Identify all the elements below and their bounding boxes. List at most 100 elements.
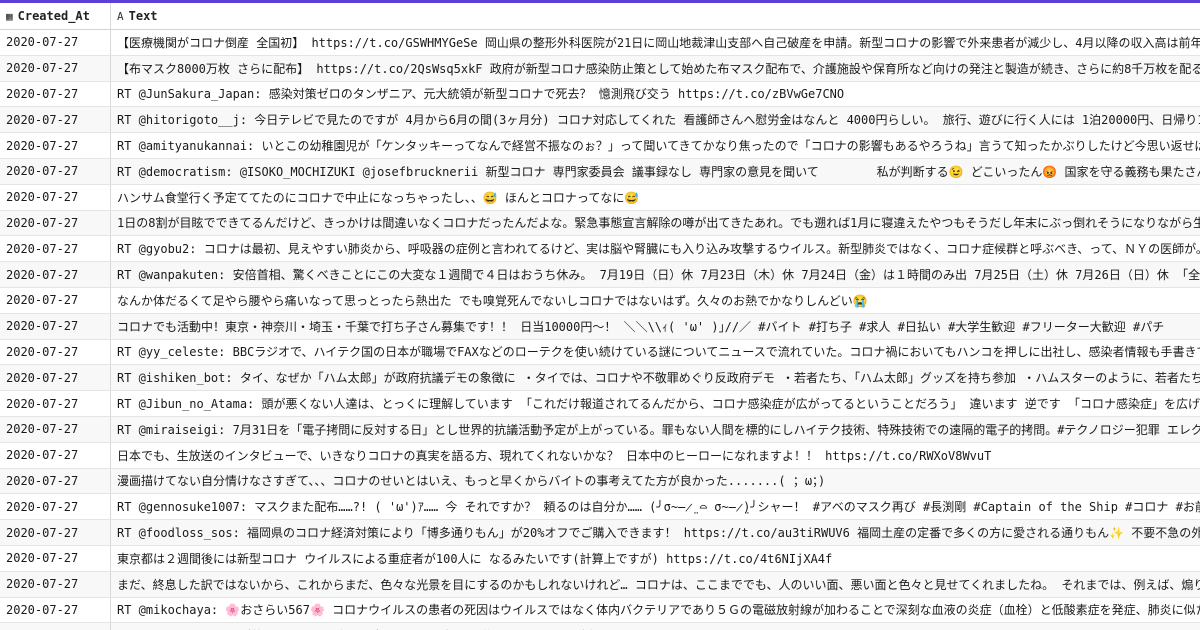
cell-created-at[interactable]: 2020-07-27	[0, 133, 111, 158]
cell-created-at[interactable]: 2020-07-27	[0, 545, 111, 571]
cell-value: RT @foodloss_sos: 福岡県のコロナ経済対策により「博多通りもん」…	[117, 526, 1200, 541]
column-header-label: Text	[128, 9, 158, 23]
table-row[interactable]: 2020-07-27 【布マスク8000万枚 さらに配布】 https://t.c…	[0, 55, 1200, 82]
table-row[interactable]: 2020-07-27 まだ、終息した訳ではないから、これからまだ、色々な光景を目に…	[0, 571, 1200, 598]
cell-text[interactable]: RT @ishiken_bot: タイ、なぜか「ハム太郎」が政府抗議デモの象徴に…	[111, 365, 1200, 390]
table-row[interactable]: 2020-07-27 RT @amityanukannai: いとこの幼稚園児が「…	[0, 133, 1200, 159]
cell-created-at[interactable]: 2020-07-27	[0, 520, 111, 545]
cell-text[interactable]: RT @democratism: @ISOKO_MOCHIZUKI @josef…	[111, 159, 1200, 184]
cell-created-at[interactable]: 2020-07-27	[0, 442, 111, 468]
cell-created-at[interactable]: 2020-07-27	[0, 107, 111, 133]
cell-text[interactable]: RT @gyobu2: コロナは最初、見えやすい肺炎から、呼吸器の症例と言われて…	[111, 236, 1200, 261]
cell-value: RT @ishiken_bot: タイ、なぜか「ハム太郎」が政府抗議デモの象徴に…	[117, 371, 1200, 386]
cell-created-at[interactable]: 2020-07-27	[0, 287, 111, 313]
cell-text[interactable]: RT @Jibun_no_Atama: 頭が悪くない人達は、とっくに理解していま…	[111, 391, 1200, 416]
table-row[interactable]: 2020-07-27 【医療機関がコロナ倒産 全国初】 https://t.co/…	[0, 30, 1200, 56]
cell-created-at[interactable]: 2020-07-27	[0, 597, 111, 623]
cell-created-at[interactable]: 2020-07-27	[0, 184, 111, 210]
cell-value: RT @wanpakuten: 安倍首相、驚くべきことにこの大変な１週間で４日は…	[117, 268, 1200, 283]
cell-value: RT @yy_celeste: BBCラジオで、ハイテク国の日本が職場でFAXな…	[117, 345, 1200, 360]
cell-value: RT @gyobu2: コロナは最初、見えやすい肺炎から、呼吸器の症例と言われて…	[117, 242, 1200, 257]
cell-created-at[interactable]: 2020-07-27	[0, 236, 111, 262]
cell-value: なんか体だるくて足やら腰やら痛いなって思っとったら熱出た でも嗅覚死んでないしコ…	[117, 293, 868, 308]
cell-created-at[interactable]: 2020-07-27	[0, 30, 111, 55]
cell-value: 2020-07-27	[6, 319, 79, 334]
cell-value: 2020-07-27	[6, 86, 79, 101]
cell-text[interactable]: RT @cooo55: コロナ対策もせずに、国会にも出ずに平凡な毎日を送りたいの…	[111, 623, 1200, 630]
cell-created-at[interactable]: 2020-07-27	[0, 210, 111, 236]
table-row[interactable]: 2020-07-27 ハンサム食堂行く予定ててたのにコロナで中止になっちゃったし、…	[0, 184, 1200, 211]
cell-text[interactable]: 【医療機関がコロナ倒産 全国初】 https://t.co/GSWHMYGeSe…	[111, 30, 1200, 55]
cell-created-at[interactable]: 2020-07-27	[0, 158, 111, 184]
column-header-text[interactable]: A Text	[111, 3, 1200, 29]
cell-created-at[interactable]: 2020-07-27	[0, 55, 111, 81]
cell-text[interactable]: 【布マスク8000万枚 さらに配布】 https://t.co/2QsWsq5x…	[111, 56, 1200, 81]
cell-text[interactable]: まだ、終息した訳ではないから、これからまだ、色々な光景を目にするのかもしれないけ…	[111, 572, 1200, 597]
cell-created-at[interactable]: 2020-07-27	[0, 313, 111, 339]
cell-text[interactable]: なんか体だるくて足やら腰やら痛いなって思っとったら熱出た でも嗅覚死んでないしコ…	[111, 288, 1200, 313]
cell-text[interactable]: 日本でも、生放送のインタビューで、いきなりコロナの真実を語る方、現れてくれないか…	[111, 443, 1200, 468]
table-row[interactable]: 2020-07-27 RT @foodloss_sos: 福岡県のコロナ経済対策に…	[0, 520, 1200, 546]
table-row[interactable]: 2020-07-27 RT @ishiken_bot: タイ、なぜか「ハム太郎」が…	[0, 365, 1200, 392]
cell-text[interactable]: RT @JunSakura_Japan: 感染対策ゼロのタンザニア、元大統領が新…	[111, 82, 1200, 107]
cell-created-at[interactable]: 2020-07-27	[0, 623, 111, 630]
table-row[interactable]: 2020-07-27RT @cooo55: コロナ対策もせずに、国会にも出ずに平…	[0, 623, 1200, 630]
cell-text[interactable]: RT @foodloss_sos: 福岡県のコロナ経済対策により「博多通りもん」…	[111, 520, 1200, 545]
cell-value: RT @miraiseigi: 7月31日を「電子拷問に反対する日」とし世界的抗…	[117, 422, 1200, 437]
cell-text[interactable]: RT @amityanukannai: いとこの幼稚園児が「ケンタッキーってなん…	[111, 133, 1200, 158]
cell-text[interactable]: RT @wanpakuten: 安倍首相、驚くべきことにこの大変な１週間で４日は…	[111, 262, 1200, 287]
table-row[interactable]: 2020-07-27 日本でも、生放送のインタビューで、いきなりコロナの真実を語る…	[0, 442, 1200, 469]
cell-created-at[interactable]: 2020-07-27	[0, 81, 111, 107]
table-row[interactable]: 2020-07-27 RT @gyobu2: コロナは最初、見えやすい肺炎から、呼…	[0, 236, 1200, 263]
table-row[interactable]: 2020-07-27 なんか体だるくて足やら腰やら痛いなって思っとったら熱出た で…	[0, 287, 1200, 314]
cell-value: 2020-07-27	[6, 448, 79, 463]
cell-created-at[interactable]: 2020-07-27	[0, 339, 111, 365]
cell-value: RT @amityanukannai: いとこの幼稚園児が「ケンタッキーってなん…	[117, 139, 1200, 154]
cell-created-at[interactable]: 2020-07-27	[0, 365, 111, 391]
cell-created-at[interactable]: 2020-07-27	[0, 262, 111, 287]
column-header-created-at[interactable]: ▦ Created_At	[0, 3, 111, 29]
cell-text[interactable]: 1日の8割が目眩でできてるんだけど、きっかけは間違いなくコロナだったんだよな。緊…	[111, 211, 1200, 236]
text-type-icon: A	[117, 9, 124, 23]
grid-header: ▦ Created_At A Text	[0, 3, 1200, 30]
table-row[interactable]: 2020-07-27 コロナでも活動中！東京・神奈川・埼玉・千葉で打ち子さん募集で…	[0, 313, 1200, 340]
cell-created-at[interactable]: 2020-07-27	[0, 468, 111, 494]
cell-value: 2020-07-27	[6, 138, 79, 153]
cell-value: 2020-07-27	[6, 164, 79, 179]
table-row[interactable]: 2020-07-27 1日の8割が目眩でできてるんだけど、きっかけは間違いなくコロ…	[0, 210, 1200, 237]
table-row[interactable]: 2020-07-27 東京都は２週間後には新型コロナ ウイルスによる重症者が100…	[0, 545, 1200, 572]
table-row[interactable]: 2020-07-27 RT @wanpakuten: 安倍首相、驚くべきことにこの…	[0, 262, 1200, 288]
cell-text[interactable]: RT @hitorigoto__j: 今日テレビで見たのですが 4月から6月の間…	[111, 107, 1200, 132]
cell-value: 2020-07-27	[6, 396, 79, 411]
cell-value: 2020-07-27	[6, 422, 79, 437]
cell-created-at[interactable]: 2020-07-27	[0, 571, 111, 597]
cell-created-at[interactable]: 2020-07-27	[0, 416, 111, 442]
table-row[interactable]: 2020-07-27 RT @JunSakura_Japan: 感染対策ゼロのタン…	[0, 81, 1200, 108]
table-row[interactable]: 2020-07-27 RT @Jibun_no_Atama: 頭が悪くない人達は、…	[0, 391, 1200, 417]
table-row[interactable]: 2020-07-27 RT @yy_celeste: BBCラジオで、ハイテク国の…	[0, 339, 1200, 366]
cell-text[interactable]: RT @yy_celeste: BBCラジオで、ハイテク国の日本が職場でFAXな…	[111, 340, 1200, 365]
cell-text[interactable]: ハンサム食堂行く予定ててたのにコロナで中止になっちゃったし、、😅 ほんとコロナっ…	[111, 185, 1200, 210]
cell-value: 2020-07-27	[6, 61, 79, 76]
cell-value: 2020-07-27	[6, 190, 79, 205]
table-row[interactable]: 2020-07-27 RT @hitorigoto__j: 今日テレビで見たのです…	[0, 107, 1200, 134]
cell-text[interactable]: RT @mikochaya: 🌸おさらい567🌸 コロナウイルスの患者の死因はウ…	[111, 598, 1200, 623]
cell-created-at[interactable]: 2020-07-27	[0, 494, 111, 520]
cell-value: 2020-07-27	[6, 241, 79, 256]
cell-text[interactable]: 東京都は２週間後には新型コロナ ウイルスによる重症者が100人に なるみたいです…	[111, 546, 1200, 571]
cell-created-at[interactable]: 2020-07-27	[0, 391, 111, 416]
table-row[interactable]: 2020-07-27 RT @miraiseigi: 7月31日を「電子拷問に反対…	[0, 416, 1200, 443]
table-row[interactable]: 2020-07-27 RT @gennosuke1007: マスクまた配布……?!…	[0, 494, 1200, 521]
cell-value: 2020-07-27	[6, 293, 79, 308]
cell-value: RT @JunSakura_Japan: 感染対策ゼロのタンザニア、元大統領が新…	[117, 87, 845, 102]
cell-value: 2020-07-27	[6, 602, 79, 617]
table-row[interactable]: 2020-07-27 RT @mikochaya: 🌸おさらい567🌸 コロナウイ…	[0, 597, 1200, 624]
cell-text[interactable]: コロナでも活動中！東京・神奈川・埼玉・千葉で打ち子さん募集です！！ 日当1000…	[111, 314, 1200, 339]
cell-value: ハンサム食堂行く予定ててたのにコロナで中止になっちゃったし、、😅 ほんとコロナっ…	[117, 190, 640, 205]
table-row[interactable]: 2020-07-27 漫画描けてない自分情けなさすぎて、、、コロナのせいとはいえ、…	[0, 468, 1200, 495]
cell-value: コロナでも活動中！東京・神奈川・埼玉・千葉で打ち子さん募集です！！ 日当1000…	[117, 319, 1165, 334]
cell-text[interactable]: 漫画描けてない自分情けなさすぎて、、、コロナのせいとはいえ、もっと早くからバイト…	[111, 469, 1200, 494]
cell-text[interactable]: RT @gennosuke1007: マスクまた配布……?! ( 'ω')ｱ………	[111, 494, 1200, 519]
table-row[interactable]: 2020-07-27 RT @democratism: @ISOKO_MOCHIZ…	[0, 158, 1200, 185]
cell-text[interactable]: RT @miraiseigi: 7月31日を「電子拷問に反対する日」とし世界的抗…	[111, 417, 1200, 442]
